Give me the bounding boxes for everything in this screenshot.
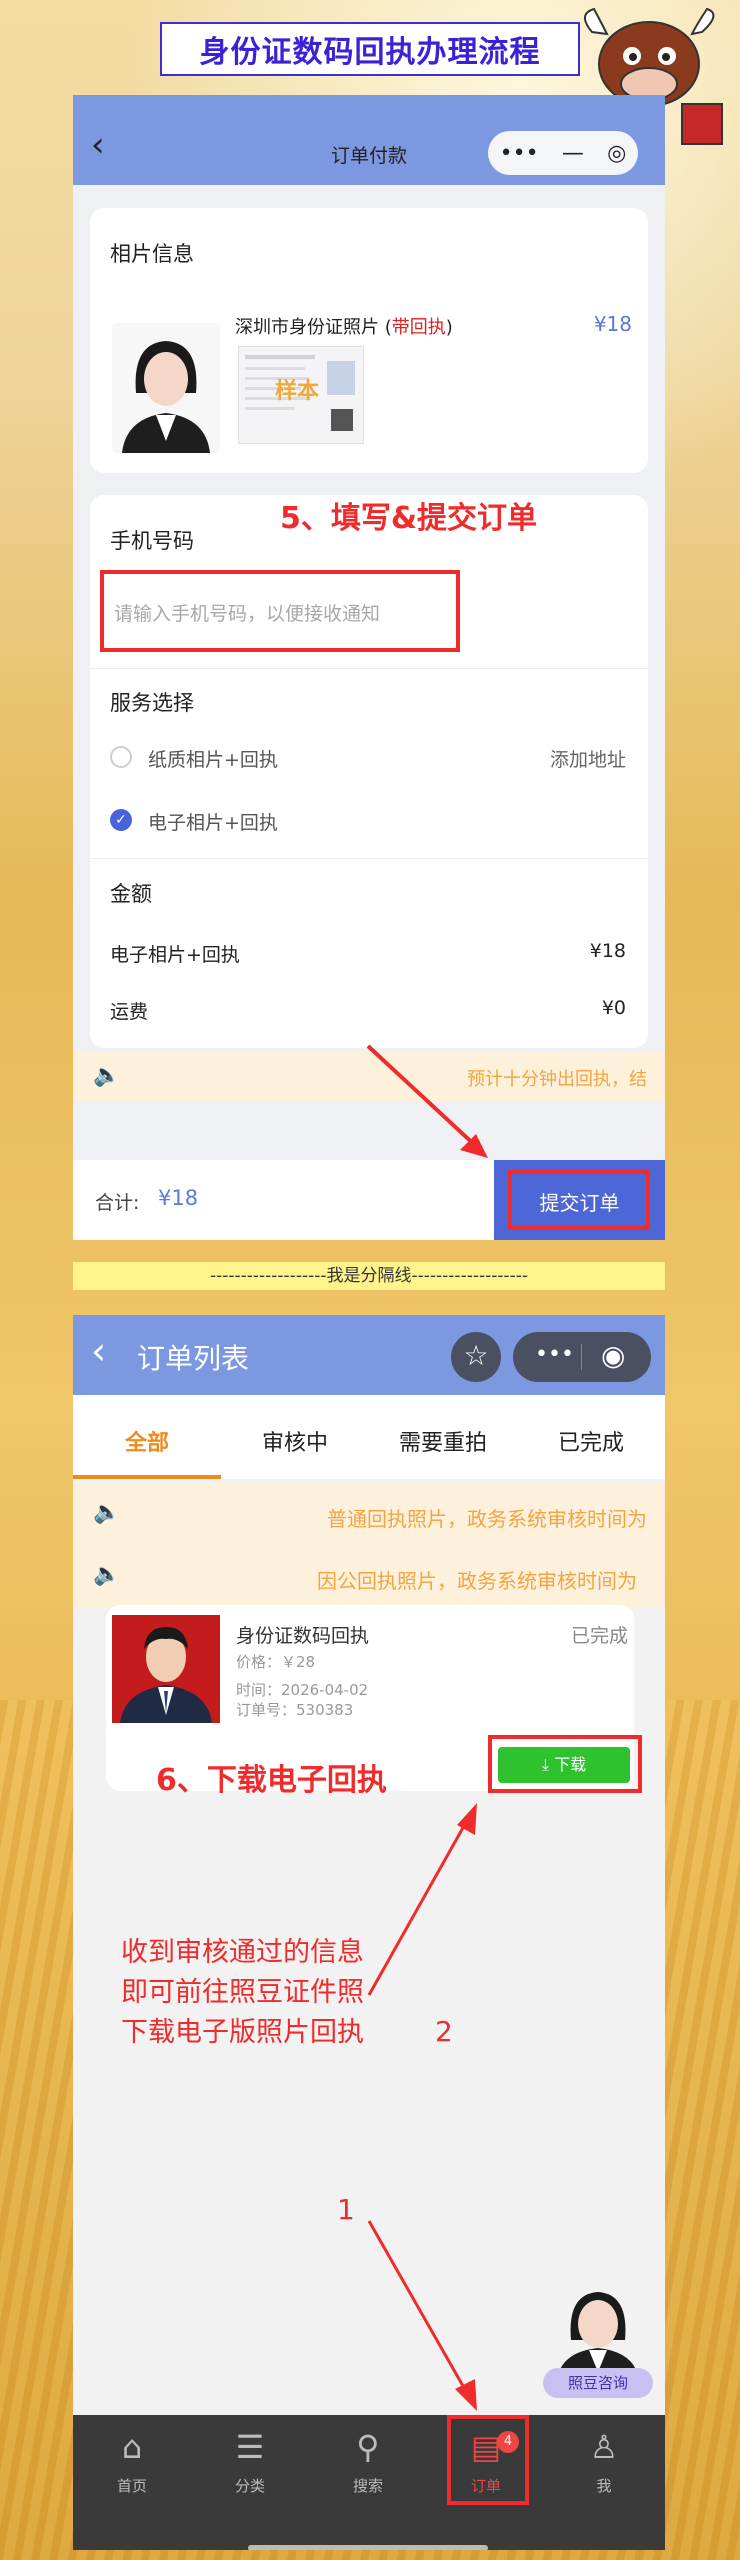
service-radio-digital[interactable]: ✓ — [110, 809, 132, 831]
order-card[interactable]: 身份证数码回执 已完成 价格：￥28 时间：2026-04-02 订单号：530… — [106, 1605, 642, 1798]
consult-float-button[interactable]: 照豆咨询 — [543, 2280, 653, 2405]
miniprogram-capsule[interactable]: ••• — ◎ — [488, 131, 638, 175]
notice-text: 普通回执照片，政务系统审核时间为 — [327, 1507, 647, 1531]
tabbar-home[interactable]: ⌂ 首页 — [73, 2425, 191, 2496]
step5-annotation: 5、填写&提交订单 — [280, 501, 538, 536]
search-icon: ⚲ — [356, 2428, 380, 2466]
id-photo-thumbnail — [112, 323, 220, 453]
more-dots-icon[interactable]: ••• — [535, 1342, 574, 1367]
service-label-paper: 纸质相片+回执 — [148, 749, 278, 771]
miniprogram-capsule[interactable]: ••• ◉ — [513, 1332, 651, 1382]
order-list-screen: ‹ 订单列表 ☆ ••• ◉ 全部 审核中 需要重拍 已完成 🔈 普通回执照片，… — [73, 1315, 665, 2550]
banner-title: 身份证数码回执办理流程 — [199, 35, 541, 70]
agent-avatar — [557, 2292, 639, 2380]
close-circle-icon[interactable]: ◉ — [601, 1339, 625, 1372]
active-tab-indicator — [73, 1475, 221, 1479]
order-photo-thumbnail — [112, 1615, 220, 1723]
tabbar-category[interactable]: ☰ 分类 — [191, 2425, 309, 2496]
arrow-label-2: 2 — [435, 2015, 453, 2048]
order-number: 订单号：530383 — [236, 1701, 354, 1719]
title-banner: 身份证数码回执办理流程 — [160, 22, 580, 76]
nav-bar: ‹ 订单列表 ☆ ••• ◉ — [73, 1315, 665, 1395]
checkout-bar: 合计: ¥18 提交订单 — [73, 1160, 665, 1240]
star-icon[interactable]: ☆ — [451, 1332, 501, 1382]
tabbar-label: 首页 — [116, 2477, 147, 2495]
divider — [90, 858, 648, 859]
service-label-digital: 电子相片+回执 — [148, 812, 278, 834]
service-radio-paper[interactable] — [110, 746, 132, 768]
notice-bar: 🔈 普通回执照片，政务系统审核时间为 — [73, 1483, 665, 1545]
speaker-icon: 🔈 — [93, 1562, 121, 1587]
back-arrow-icon[interactable]: ‹ — [91, 1329, 106, 1373]
more-dots-icon[interactable]: ••• — [500, 141, 539, 166]
product-name: 深圳市身份证照片 (带回执) — [235, 317, 453, 338]
close-circle-icon[interactable]: ◎ — [607, 141, 626, 166]
order-status: 已完成 — [570, 1625, 628, 1647]
tabbar-search[interactable]: ⚲ 搜索 — [309, 2425, 427, 2496]
photo-section-title: 相片信息 — [110, 242, 194, 266]
phone-input[interactable]: 请输入手机号码，以便接收通知 — [114, 599, 380, 626]
arrow-label-1: 1 — [337, 2193, 355, 2226]
minimize-icon[interactable]: — — [562, 141, 584, 166]
tab-retake[interactable]: 需要重拍 — [369, 1425, 517, 1457]
speaker-icon: 🔈 — [93, 1063, 121, 1088]
total-value: ¥18 — [158, 1186, 199, 1210]
home-icon: ⌂ — [121, 2428, 143, 2466]
notice-text: 因公回执照片，政务系统审核时间为 — [317, 1569, 637, 1593]
step6-annotation: 6、下载电子回执 — [156, 1763, 387, 1798]
divider-strip: -------------------我是分隔线----------------… — [73, 1262, 665, 1290]
speaker-icon: 🔈 — [93, 1500, 121, 1525]
amount-row-value: ¥0 — [601, 997, 626, 1019]
product-price: ¥18 — [593, 312, 632, 336]
order-time: 时间：2026-04-02 — [236, 1681, 369, 1699]
capsule-divider — [581, 1344, 582, 1370]
phone-label: 手机号码 — [110, 529, 194, 553]
arrow-to-submit — [366, 1044, 488, 1158]
divider — [90, 668, 648, 669]
order-price: 价格：￥28 — [236, 1653, 316, 1671]
total-label: 合计: — [95, 1192, 140, 1214]
submit-label: 提交订单 — [539, 1191, 620, 1215]
add-address-link[interactable]: 添加地址 — [550, 745, 626, 772]
tab-completed[interactable]: 已完成 — [517, 1425, 665, 1457]
photo-info-card: 相片信息 深圳市身份证照片 (带回执) ¥18 样本 — [90, 208, 648, 473]
notice-bar: 🔈 因公回执照片，政务系统审核时间为 — [73, 1545, 665, 1607]
amount-row-label: 运费 — [110, 1001, 149, 1023]
home-indicator — [248, 2545, 488, 2550]
nav-title: 订单列表 — [137, 1342, 250, 1375]
arrow-to-download — [367, 1803, 477, 1996]
category-icon: ☰ — [235, 2428, 265, 2466]
order-tabs: 全部 审核中 需要重拍 已完成 — [73, 1395, 665, 1479]
nav-bar: ‹ 订单付款 ••• — ◎ — [73, 95, 665, 185]
tabbar-me[interactable]: ♙ 我 — [545, 2425, 663, 2496]
hint-text: 收到审核通过的信息 即可前往照豆证件照 下载电子版照片回执 — [121, 1937, 364, 2048]
amount-row-value: ¥18 — [589, 940, 626, 962]
download-button[interactable]: ⤓ 下载 — [498, 1747, 630, 1783]
sample-watermark: 样本 — [275, 379, 320, 404]
download-label: 下载 — [554, 1755, 587, 1774]
arrow-to-orders-tab — [367, 2220, 477, 2411]
tabbar-label: 分类 — [234, 2477, 265, 2495]
tab-all[interactable]: 全部 — [73, 1425, 221, 1457]
bottom-tab-bar: ⌂ 首页 ☰ 分类 ⚲ 搜索 ▤ 订单 4 ♙ 我 — [73, 2415, 665, 2550]
user-icon: ♙ — [589, 2428, 619, 2466]
orders-tab-highlight — [447, 2415, 529, 2505]
amount-row-label: 电子相片+回执 — [110, 944, 240, 966]
tab-reviewing[interactable]: 审核中 — [221, 1425, 369, 1457]
order-title: 身份证数码回执 — [236, 1625, 370, 1647]
service-section-title: 服务选择 — [110, 691, 194, 715]
submit-order-button[interactable]: 提交订单 — [494, 1160, 665, 1240]
consult-label: 照豆咨询 — [543, 2368, 653, 2398]
amount-section-title: 金额 — [110, 882, 152, 906]
tabbar-label: 我 — [596, 2477, 612, 2495]
order-form-card: 5、填写&提交订单 手机号码 请输入手机号码，以便接收通知 服务选择 纸质相片+… — [90, 495, 648, 1048]
tabbar-label: 搜索 — [352, 2477, 383, 2495]
download-icon: ⤓ — [541, 1755, 549, 1774]
